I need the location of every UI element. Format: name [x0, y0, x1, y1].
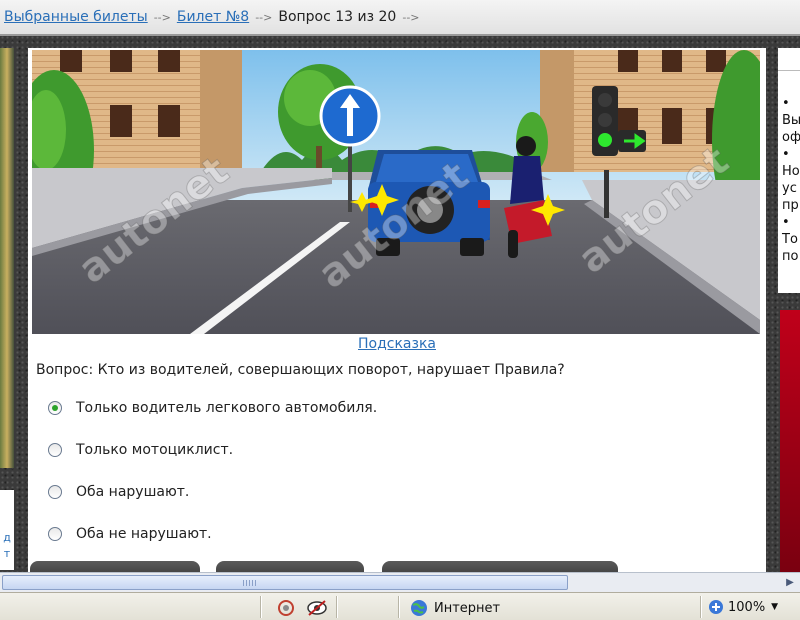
- right-sidebar-text: То: [782, 232, 798, 247]
- radio-button[interactable]: [48, 443, 62, 457]
- security-zone[interactable]: Интернет: [410, 599, 500, 617]
- popup-blocker-icon[interactable]: [276, 599, 296, 617]
- question-panel: autonet autonet autonet Подсказка Вопрос…: [28, 48, 766, 585]
- traffic-scene-image: autonet autonet autonet: [32, 50, 760, 334]
- answer-option-4[interactable]: Оба не нарушают.: [48, 526, 212, 542]
- chevron-down-icon[interactable]: ▼: [771, 602, 778, 612]
- breadcrumb-link-selected-tickets[interactable]: Выбранные билеты: [4, 9, 148, 25]
- right-banner-image: [780, 310, 800, 572]
- breadcrumb-link-ticket[interactable]: Билет №8: [177, 9, 249, 25]
- right-sidebar-text: Вы: [782, 113, 800, 128]
- left-banner-image: [0, 48, 14, 468]
- answer-option-3[interactable]: Оба нарушают.: [48, 484, 189, 500]
- right-sidebar-box: [778, 48, 800, 71]
- breadcrumb-separator: -->: [153, 10, 171, 24]
- right-sidebar-text: •: [782, 215, 790, 230]
- answer-label: Только водитель легкового автомобиля.: [76, 400, 378, 416]
- radio-button[interactable]: [48, 485, 62, 499]
- right-sidebar-text: •: [782, 96, 790, 111]
- right-sidebar-fragment: • Вы оф • Но ус пр • То по: [778, 48, 800, 293]
- right-sidebar-text: пр: [782, 198, 799, 213]
- left-sidebar-fragment: д т: [0, 490, 14, 570]
- status-divider: [336, 596, 338, 618]
- left-sidebar-text[interactable]: д: [0, 530, 14, 546]
- radio-button[interactable]: [48, 527, 62, 541]
- right-sidebar-text: Но: [782, 164, 800, 179]
- security-zone-label: Интернет: [434, 600, 501, 616]
- breadcrumb-separator: -->: [255, 10, 273, 24]
- breadcrumb-current: Вопрос 13 из 20: [278, 9, 397, 25]
- hint-link[interactable]: Подсказка: [358, 336, 436, 352]
- status-divider: [260, 596, 262, 618]
- question-text: Вопрос: Кто из водителей, совершающих по…: [36, 362, 565, 378]
- right-sidebar-text: •: [782, 147, 790, 162]
- breadcrumb: Выбранные билеты --> Билет №8 --> Вопрос…: [0, 0, 800, 36]
- zoom-control[interactable]: 100% ▼: [708, 599, 778, 615]
- right-sidebar-text: ус: [782, 181, 797, 196]
- scroll-right-arrow-icon[interactable]: ▶: [782, 575, 798, 590]
- status-divider: [700, 596, 702, 618]
- right-sidebar-text: по: [782, 249, 799, 264]
- browser-status-bar: Интернет 100% ▼: [0, 592, 800, 620]
- zoom-level: 100%: [728, 599, 766, 615]
- answer-label: Только мотоциклист.: [76, 442, 234, 458]
- breadcrumb-separator: -->: [402, 10, 420, 24]
- status-divider: [398, 596, 400, 618]
- answer-label: Оба не нарушают.: [76, 526, 212, 542]
- answer-option-2[interactable]: Только мотоциклист.: [48, 442, 233, 458]
- answer-label: Оба нарушают.: [76, 484, 190, 500]
- radio-button[interactable]: [48, 401, 62, 415]
- zoom-icon: [709, 600, 723, 614]
- left-sidebar-text[interactable]: т: [0, 546, 14, 562]
- globe-icon: [411, 600, 427, 616]
- privacy-eye-icon[interactable]: [306, 599, 328, 617]
- right-sidebar-text: оф: [782, 130, 800, 145]
- answer-option-1[interactable]: Только водитель легкового автомобиля.: [48, 400, 377, 416]
- scrollbar-thumb[interactable]: [2, 575, 568, 590]
- horizontal-scrollbar[interactable]: ▶: [0, 572, 800, 592]
- grip-icon: [243, 580, 257, 586]
